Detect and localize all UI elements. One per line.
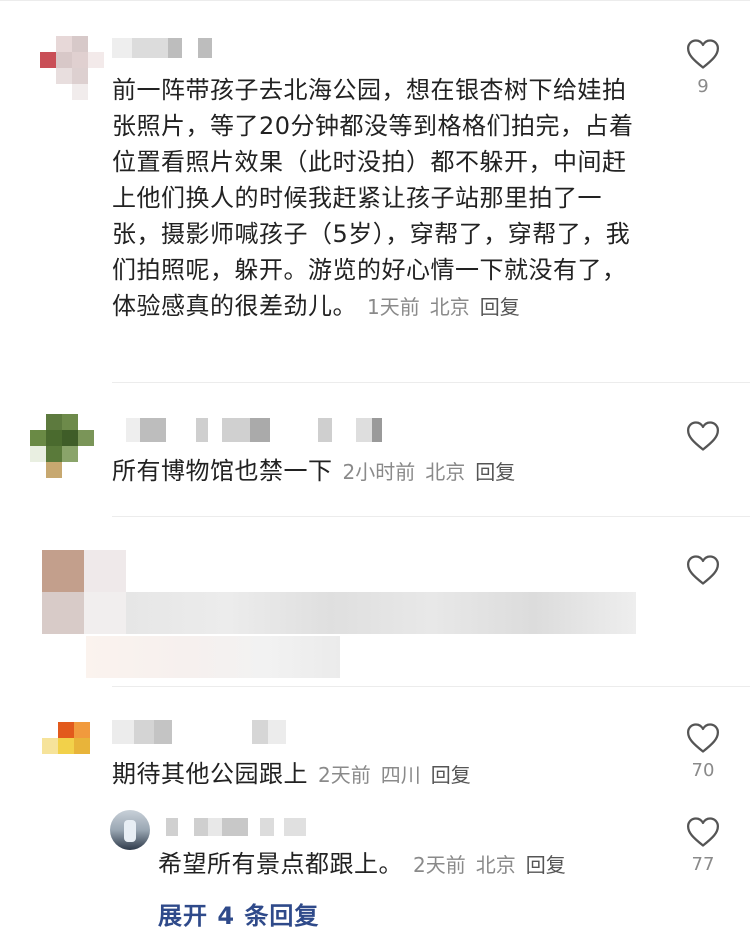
comment-text: 期待其他公园跟上 2天前 四川 回复 (112, 760, 471, 788)
reply-button[interactable]: 回复 (480, 295, 520, 319)
comment-meta: 2天前 四川 回复 (318, 763, 471, 787)
avatar[interactable] (30, 414, 94, 478)
comment-time: 1天前 (367, 295, 420, 319)
heart-outline-icon (686, 421, 720, 451)
comment-location: 四川 (380, 763, 421, 787)
divider (112, 516, 750, 517)
comment-location: 北京 (425, 460, 466, 484)
like-button[interactable]: 70 (673, 722, 733, 781)
expand-replies-link[interactable]: 展开 4 条回复 (158, 896, 319, 931)
comment-time: 2小时前 (342, 460, 416, 484)
comment-text: 前一阵带孩子去北海公园，想在银杏树下给娃拍张照片，等了20分钟都没等到格格们拍完… (112, 76, 634, 320)
like-button[interactable] (673, 554, 733, 586)
reply-text: 希望所有景点都跟上。 2天前 北京 回复 (158, 850, 566, 878)
username-blurred[interactable] (112, 720, 286, 744)
avatar[interactable] (42, 550, 126, 634)
reply-meta: 2天前 北京 回复 (413, 853, 566, 877)
heart-outline-icon (686, 39, 720, 69)
username-blurred[interactable] (166, 818, 306, 836)
username-blurred[interactable] (112, 38, 212, 58)
comment-meta: 2小时前 北京 回复 (343, 460, 516, 484)
heart-outline-icon (686, 723, 720, 753)
comment-text: 所有博物馆也禁一下 2小时前 北京 回复 (112, 457, 516, 485)
comment-time: 2天前 (318, 763, 371, 787)
comment-meta: 1天前 北京 回复 (367, 295, 520, 319)
blurred-text-line (126, 592, 636, 634)
avatar[interactable] (40, 36, 104, 100)
like-count: 9 (697, 76, 709, 97)
comment-location: 北京 (429, 295, 470, 319)
blurred-text-line (86, 636, 340, 678)
reply-button[interactable]: 回复 (431, 763, 471, 787)
heart-outline-icon (686, 555, 720, 585)
reply-time: 2天前 (413, 853, 466, 877)
heart-outline-icon (686, 817, 720, 847)
divider (112, 382, 750, 383)
like-count: 77 (691, 854, 715, 875)
like-button[interactable]: 77 (673, 816, 733, 875)
avatar[interactable] (42, 722, 90, 770)
reply-location: 北京 (475, 853, 516, 877)
reply-button[interactable]: 回复 (526, 853, 566, 877)
top-divider (0, 0, 750, 1)
like-button[interactable]: 9 (673, 38, 733, 97)
reply-button[interactable]: 回复 (475, 460, 515, 484)
like-count: 70 (691, 760, 715, 781)
avatar[interactable] (110, 810, 150, 850)
divider (112, 686, 750, 687)
username-blurred[interactable] (126, 418, 382, 442)
like-button[interactable] (673, 420, 733, 452)
